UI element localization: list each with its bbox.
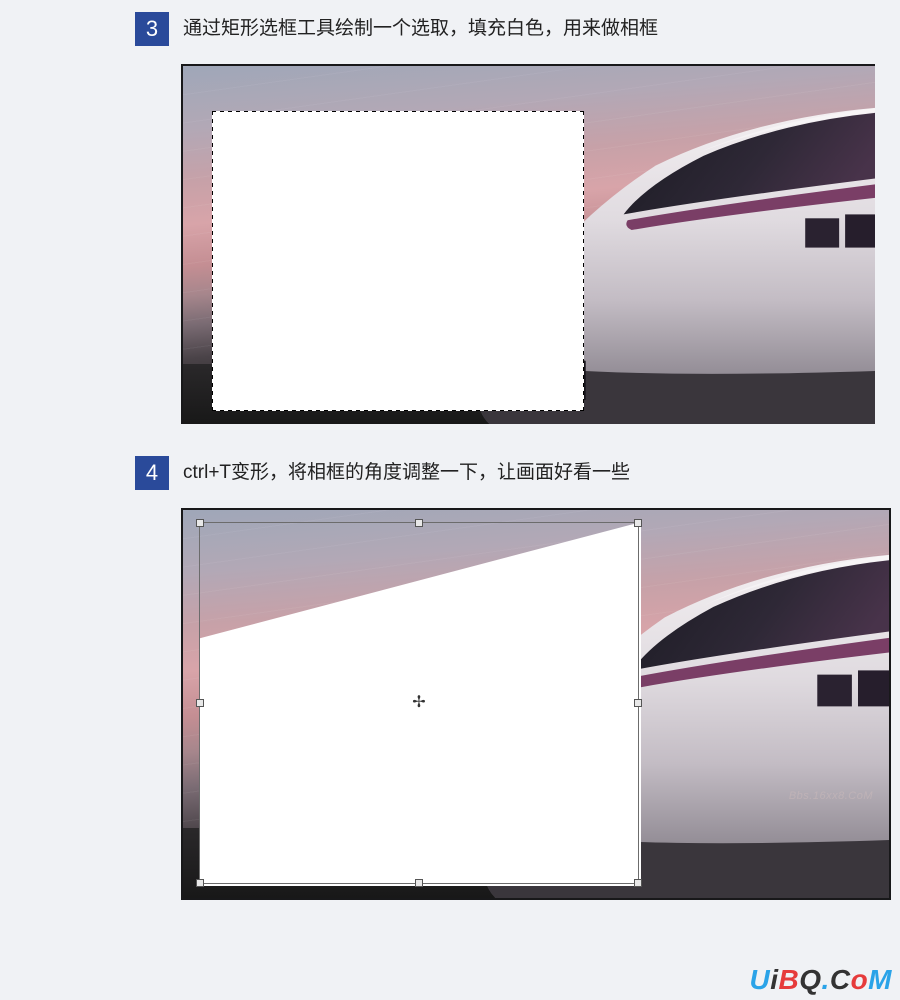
transform-center-icon: ✢	[412, 695, 425, 711]
watermark-letter: Q	[799, 964, 821, 995]
watermark-letter: o	[851, 964, 869, 995]
transform-handle-bottom-middle	[415, 879, 423, 887]
watermark-letter: M	[868, 964, 892, 995]
watermark-letter: U	[750, 964, 771, 995]
transform-handle-top-left	[196, 519, 204, 527]
step-number-badge: 4	[135, 456, 169, 490]
step-number-badge: 3	[135, 12, 169, 46]
tutorial-step-3: 3 通过矩形选框工具绘制一个选取，填充白色，用来做相框	[135, 12, 875, 424]
step-3-figure	[181, 64, 875, 424]
step-instruction-text: ctrl+T变形，将相框的角度调整一下，让画面好看一些	[183, 459, 630, 488]
free-transform-bounds: ✢	[199, 522, 639, 884]
transform-handle-bottom-right	[634, 879, 642, 887]
transform-handle-bottom-left	[196, 879, 204, 887]
transform-handle-middle-right	[634, 699, 642, 707]
tutorial-step-4: 4 ctrl+T变形，将相框的角度调整一下，让画面好看一些	[135, 456, 890, 900]
step-4-figure: ✢ Bbs.16xx8.CoM	[181, 508, 891, 900]
watermark-letter: C	[830, 964, 851, 995]
transform-handle-top-right	[634, 519, 642, 527]
watermark-small: Bbs.16xx8.CoM	[789, 790, 873, 802]
watermark-letter: i	[770, 964, 778, 995]
transform-handle-middle-left	[196, 699, 204, 707]
transform-handle-top-middle	[415, 519, 423, 527]
watermark-logo: UiBQ.CoM	[750, 964, 892, 996]
step-header: 3 通过矩形选框工具绘制一个选取，填充白色，用来做相框	[135, 12, 875, 46]
watermark-letter: .	[822, 964, 830, 995]
step-header: 4 ctrl+T变形，将相框的角度调整一下，让画面好看一些	[135, 456, 890, 490]
step-instruction-text: 通过矩形选框工具绘制一个选取，填充白色，用来做相框	[183, 15, 658, 44]
selection-marquee	[212, 111, 584, 411]
watermark-letter: B	[779, 964, 800, 995]
